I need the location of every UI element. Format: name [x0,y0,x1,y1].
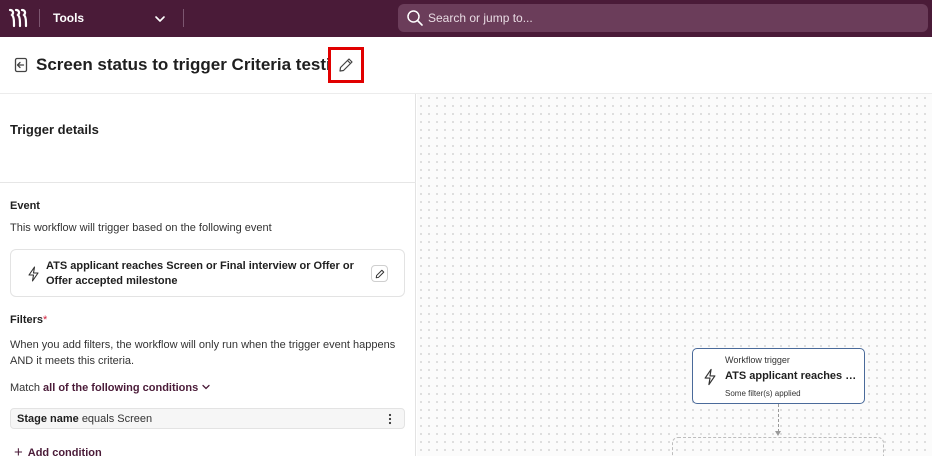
required-mark: * [43,314,48,326]
panel-heading: Trigger details [10,122,99,137]
chevron-down-icon [202,384,210,390]
topbar-divider [39,9,40,27]
panel-divider [0,182,416,183]
filters-label: Filters* [10,314,47,326]
lightning-bolt-icon [28,266,39,282]
edit-event-button[interactable] [371,265,388,282]
trigger-details-panel: Trigger details Event This workflow will… [0,94,416,456]
workflow-canvas[interactable]: Workflow trigger ATS applicant reaches S… [417,94,932,456]
add-condition-button[interactable]: + Add condition [14,444,102,456]
pencil-icon [339,58,353,72]
node-subtitle: Some filter(s) applied [725,389,801,398]
condition-row[interactable]: Stage name equals Screen [10,408,405,429]
condition-field: Stage name [17,413,79,425]
connector-line [778,404,779,432]
event-card: ATS applicant reaches Screen or Final in… [10,249,405,297]
node-title: ATS applicant reaches Screen or Final in… [725,370,857,382]
plus-icon: + [14,444,23,456]
event-description: This workflow will trigger based on the … [10,222,272,234]
filters-description: When you add filters, the workflow will … [10,339,396,367]
edit-title-button[interactable] [328,47,364,83]
topbar-divider [183,9,184,27]
match-mode: all of the following conditions [43,382,199,394]
match-prefix: Match [10,382,40,394]
match-mode-selector[interactable]: Match all of the following conditions [10,382,211,394]
next-step-placeholder[interactable] [672,437,884,456]
search-placeholder: Search or jump to... [428,11,533,25]
top-bar: Tools Search or jump to... [0,0,932,37]
condition-text: Stage name equals Screen [17,413,152,425]
more-options-icon[interactable] [388,413,392,425]
chevron-down-icon[interactable] [153,12,167,26]
page-title: Screen status to trigger Criteria testin… [36,55,352,74]
app-switcher-label[interactable]: Tools [53,11,84,25]
search-icon [407,10,423,26]
search-input[interactable]: Search or jump to... [398,4,928,32]
condition-rule: equals Screen [81,413,153,425]
connector-arrow-icon [775,431,781,436]
node-type-label: Workflow trigger [725,355,790,365]
rippling-logo-icon[interactable] [8,8,30,28]
event-name: ATS applicant reaches Screen or Final in… [46,260,354,287]
pencil-icon [375,269,385,279]
filters-label-text: Filters [10,314,44,326]
workflow-trigger-node[interactable]: Workflow trigger ATS applicant reaches S… [692,348,865,404]
add-condition-label: Add condition [27,447,102,456]
back-exit-icon[interactable] [13,57,29,73]
event-label: Event [10,200,40,212]
lightning-bolt-icon [704,368,716,386]
